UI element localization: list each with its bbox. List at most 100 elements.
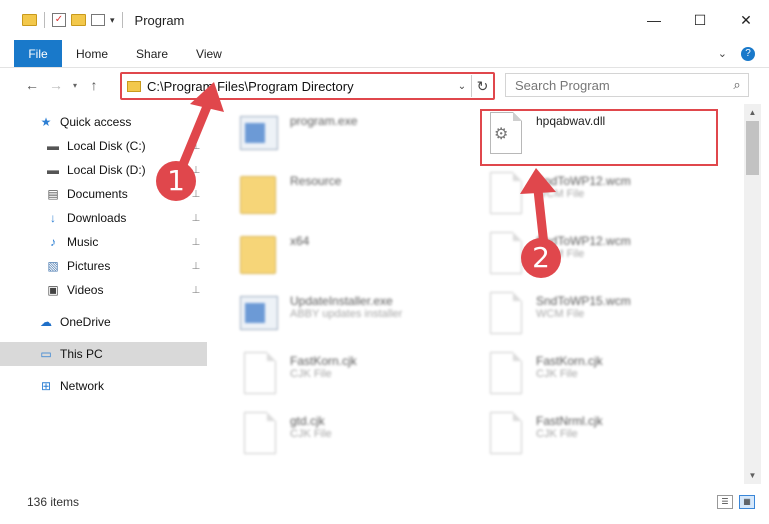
maximize-button[interactable]: ☐ bbox=[677, 0, 723, 40]
close-button[interactable]: ✕ bbox=[723, 0, 769, 40]
sidebar-item-videos[interactable]: ▣ Videos ⊥ bbox=[0, 278, 207, 302]
document-icon bbox=[236, 410, 280, 458]
file-item[interactable]: x64 bbox=[236, 230, 466, 286]
toolbar-separator bbox=[121, 12, 123, 28]
quick-access-toolbar: ✓ ▾ bbox=[0, 12, 125, 28]
target-file-highlight bbox=[480, 109, 718, 166]
search-input[interactable]: Search Program ⌕ bbox=[505, 73, 749, 97]
recent-locations-button[interactable]: ▾ bbox=[68, 81, 82, 90]
application-icon bbox=[236, 110, 280, 158]
chevron-down-icon[interactable]: ▾ bbox=[110, 15, 115, 26]
up-button[interactable]: ↑ bbox=[82, 73, 106, 97]
star-icon: ★ bbox=[40, 115, 52, 129]
folder-icon[interactable] bbox=[22, 14, 37, 26]
sidebar-item-label: Quick access bbox=[60, 115, 132, 129]
file-item[interactable]: SndToWP15.wcm WCM File bbox=[482, 290, 712, 346]
file-item[interactable]: FastKorn.cjk CJK File bbox=[236, 350, 466, 406]
new-folder-icon[interactable] bbox=[71, 14, 86, 26]
file-name: FastKorn.cjk bbox=[536, 354, 603, 368]
sidebar-item-label: Pictures bbox=[67, 259, 111, 273]
document-icon bbox=[236, 350, 280, 398]
file-name: program.exe bbox=[290, 114, 358, 128]
file-name: UpdateInstaller.exe bbox=[290, 294, 393, 308]
file-item[interactable]: Resource bbox=[236, 170, 466, 226]
file-item[interactable]: gtd.cjk CJK File bbox=[236, 410, 466, 466]
help-icon[interactable]: ? bbox=[741, 46, 755, 61]
tab-file[interactable]: File bbox=[14, 40, 62, 67]
address-path[interactable]: C:\Program Files\Program Directory bbox=[147, 79, 453, 94]
toolbar-separator bbox=[44, 12, 45, 28]
vertical-scrollbar[interactable]: ▲ ▼ bbox=[744, 104, 761, 484]
pin-icon[interactable]: ⊥ bbox=[189, 213, 203, 224]
minimize-button[interactable]: — bbox=[631, 0, 677, 40]
file-name: Resource bbox=[290, 174, 342, 188]
file-name: SndToWP15.wcm bbox=[536, 294, 631, 308]
sidebar-item-label: This PC bbox=[60, 347, 103, 361]
callout-2: 2 bbox=[521, 238, 561, 278]
file-item[interactable]: SndToWP12.wcmWCM File bbox=[482, 230, 712, 286]
pin-icon[interactable]: ⊥ bbox=[189, 261, 203, 272]
file-item[interactable]: SndToWP12.wcmWCM File bbox=[482, 170, 712, 226]
customize-icon[interactable] bbox=[91, 14, 105, 26]
expand-ribbon-icon[interactable]: ⌄ bbox=[718, 47, 727, 60]
sidebar-item-downloads[interactable]: ↓ Downloads ⊥ bbox=[0, 206, 207, 230]
tab-view[interactable]: View bbox=[182, 40, 236, 67]
sidebar-item-label: Network bbox=[60, 379, 105, 393]
file-name: FastNrml.cjk bbox=[536, 414, 603, 428]
folder-icon bbox=[236, 170, 280, 218]
window-title: Program bbox=[134, 12, 185, 28]
properties-check-icon[interactable]: ✓ bbox=[52, 13, 66, 27]
sidebar-item-label: Music bbox=[67, 235, 99, 249]
ribbon-right: ⌄ ? bbox=[718, 40, 769, 67]
refresh-icon[interactable]: ↻ bbox=[471, 75, 493, 97]
pin-icon[interactable]: ⊥ bbox=[189, 237, 203, 248]
file-type: ABBY updates installer bbox=[290, 308, 403, 320]
file-item[interactable]: FastNrml.cjk CJK File bbox=[482, 410, 712, 466]
sidebar-item-label: OneDrive bbox=[60, 315, 111, 329]
large-icons-view-icon[interactable]: ▦ bbox=[739, 495, 755, 509]
document-icon bbox=[482, 410, 526, 458]
address-bar[interactable]: C:\Program Files\Program Directory ⌄ ↻ bbox=[120, 72, 495, 100]
scroll-thumb[interactable] bbox=[746, 121, 759, 175]
sidebar-item-network[interactable]: ⊞ Network bbox=[0, 374, 207, 398]
computer-icon: ▭ bbox=[40, 347, 52, 361]
file-item[interactable]: FastKorn.cjk CJK File bbox=[482, 350, 712, 406]
address-dropdown-icon[interactable]: ⌄ bbox=[453, 81, 471, 92]
title-bar: ✓ ▾ Program — ☐ ✕ bbox=[0, 0, 769, 40]
sidebar-item-quick-access[interactable]: ★ Quick access bbox=[0, 110, 207, 134]
sidebar-item-pictures[interactable]: ▧ Pictures ⊥ bbox=[0, 254, 207, 278]
file-type: CJK File bbox=[536, 428, 578, 440]
view-switcher: ☰ ▦ bbox=[717, 495, 755, 509]
video-icon: ▣ bbox=[47, 283, 59, 297]
details-view-icon[interactable]: ☰ bbox=[717, 495, 733, 509]
drive-icon: ▬ bbox=[47, 139, 59, 153]
document-icon: ▤ bbox=[47, 187, 59, 201]
ribbon-tabs: File Home Share View ⌄ ? bbox=[0, 40, 769, 68]
callout-1: 1 bbox=[156, 161, 196, 201]
document-icon bbox=[482, 230, 526, 278]
scroll-up-icon[interactable]: ▲ bbox=[744, 104, 761, 121]
sidebar-item-onedrive[interactable]: ☁ OneDrive bbox=[0, 310, 207, 334]
sidebar-item-this-pc[interactable]: ▭ This PC bbox=[0, 342, 207, 366]
forward-button[interactable]: → bbox=[44, 73, 68, 97]
download-icon: ↓ bbox=[50, 211, 56, 225]
tab-share[interactable]: Share bbox=[122, 40, 182, 67]
sidebar-item-music[interactable]: ♪ Music ⊥ bbox=[0, 230, 207, 254]
search-icon[interactable]: ⌕ bbox=[726, 77, 748, 93]
cloud-icon: ☁ bbox=[40, 315, 52, 329]
file-name: SndToWP12.wcm bbox=[536, 174, 631, 188]
sidebar-item-local-disk-c[interactable]: ▬ Local Disk (C:) ⊥ bbox=[0, 134, 207, 158]
file-item[interactable]: program.exe bbox=[236, 110, 466, 166]
picture-icon: ▧ bbox=[47, 259, 59, 273]
scroll-down-icon[interactable]: ▼ bbox=[744, 467, 761, 484]
file-type: WCM File bbox=[536, 188, 585, 200]
tab-home[interactable]: Home bbox=[62, 40, 122, 67]
folder-icon bbox=[236, 230, 280, 278]
pin-icon[interactable]: ⊥ bbox=[189, 285, 203, 296]
file-name: x64 bbox=[290, 234, 310, 248]
status-bar: 136 items ☰ ▦ bbox=[0, 488, 769, 516]
file-type: CJK File bbox=[290, 368, 332, 380]
back-button[interactable]: ← bbox=[20, 73, 44, 97]
file-item[interactable]: UpdateInstaller.exe ABBY updates installe… bbox=[236, 290, 466, 346]
pin-icon[interactable]: ⊥ bbox=[189, 141, 203, 152]
